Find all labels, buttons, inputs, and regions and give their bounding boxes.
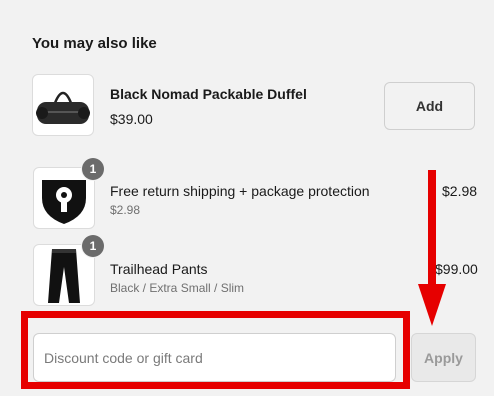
cart-item-name: Free return shipping + package protectio…: [110, 183, 370, 199]
cart-item-price: $2.98: [442, 183, 478, 199]
duffel-product-thumbnail: [32, 74, 94, 136]
upsell-heading: You may also like: [32, 35, 157, 52]
upsell-product-name: Black Nomad Packable Duffel: [110, 86, 307, 102]
discount-code-input[interactable]: [33, 333, 396, 382]
apply-button[interactable]: Apply: [411, 333, 476, 382]
quantity-badge: 1: [82, 158, 104, 180]
duffel-bag-icon: [36, 91, 90, 124]
protection-item-thumbnail: 1: [33, 158, 104, 229]
pants-item-thumbnail: 1: [33, 235, 104, 306]
add-button[interactable]: Add: [384, 82, 475, 130]
cart-item-price: $99.00: [435, 261, 478, 277]
cart-item-name: Trailhead Pants: [110, 261, 208, 277]
cart-item-detail: Black / Extra Small / Slim: [110, 281, 245, 295]
upsell-product-price: $39.00: [110, 111, 153, 127]
quantity-badge: 1: [82, 235, 104, 257]
cart-item-detail: $2.98: [110, 203, 141, 217]
